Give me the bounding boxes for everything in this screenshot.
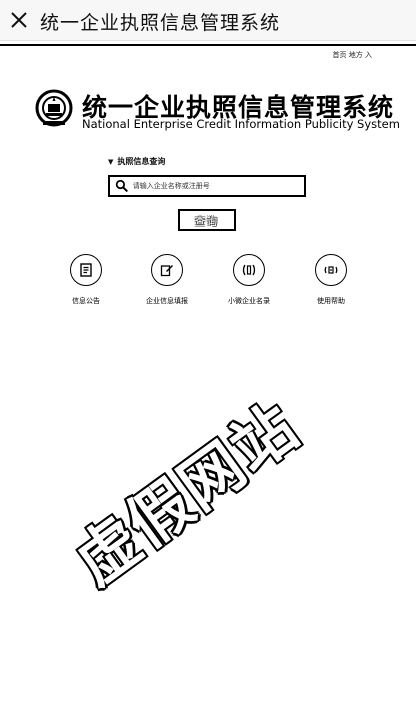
quick-link-label: 信息公告 (72, 297, 100, 305)
divider (0, 44, 416, 46)
app-bar: 统一企业执照信息管理系统 (0, 0, 416, 41)
search-box[interactable] (108, 175, 306, 197)
quick-link-help[interactable]: 使用帮助 (301, 254, 361, 306)
search-label-text: 执照信息查询 (117, 157, 166, 166)
search-section-label: ▼ 执照信息查询 (108, 156, 165, 167)
triangle-down-icon: ▼ (108, 157, 114, 166)
app-bar-title: 统一企业执照信息管理系统 (40, 12, 281, 34)
quick-link-label: 企业信息填报 (146, 297, 188, 305)
fake-site-watermark: 虚假网站 (61, 389, 312, 599)
quick-link-directory[interactable]: 小微企业名录 (219, 254, 279, 306)
help-icon (324, 266, 338, 274)
quick-link-notice[interactable]: 信息公告 (56, 254, 116, 306)
national-emblem-icon (35, 89, 73, 127)
notice-icon-circle (70, 254, 102, 286)
quick-link-label: 小微企业名录 (228, 297, 270, 305)
site-subtitle: National Enterprise Credit Information P… (82, 117, 400, 131)
notice-icon (80, 263, 92, 277)
top-nav-links[interactable]: 首页 地方 入 (333, 50, 372, 60)
search-input[interactable] (128, 177, 304, 195)
edit-icon (160, 265, 173, 277)
quick-link-report[interactable]: 企业信息填报 (137, 254, 197, 306)
quick-link-label: 使用帮助 (317, 297, 345, 305)
help-icon-circle (315, 254, 347, 286)
directory-icon (242, 264, 256, 276)
query-button-label: 查询 (195, 216, 219, 228)
edit-icon-circle (151, 254, 183, 286)
directory-icon-circle (233, 254, 265, 286)
close-icon[interactable] (9, 10, 29, 30)
search-icon (115, 179, 128, 193)
query-button[interactable]: 查询 (178, 209, 236, 231)
